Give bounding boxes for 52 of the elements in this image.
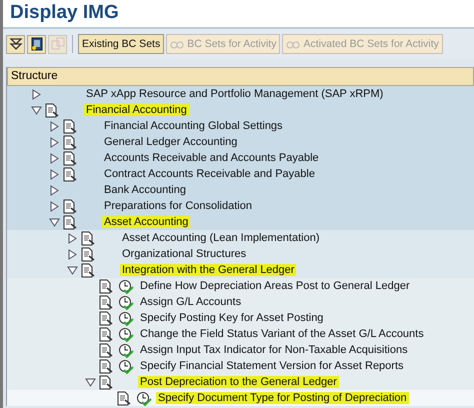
document-icon[interactable] [62,166,78,182]
toolbar-button[interactable]: Existing BC Sets [78,34,164,54]
collapse-triangle-icon[interactable] [85,376,96,388]
clock-check-icon[interactable] [118,342,134,358]
tree-item[interactable]: Assign G/L Accounts [138,296,244,308]
document-button[interactable] [27,34,46,54]
document-icon[interactable] [98,326,114,342]
tree-item[interactable]: Specify Document Type for Posting of Depreciation [156,392,409,404]
tree-item[interactable]: Asset Accounting [102,216,190,228]
expand-triangle-icon[interactable] [49,168,60,180]
document-icon[interactable] [44,102,60,118]
tree-item[interactable]: Post Depreciation to the General Ledger [138,376,339,388]
clock-check-icon[interactable] [118,294,134,310]
document-icon[interactable] [98,294,114,310]
tree-item[interactable]: Organizational Structures [120,248,248,260]
tree-item[interactable]: Bank Accounting [102,184,188,196]
document-icon[interactable] [116,390,132,406]
expand-triangle-icon[interactable] [49,136,60,148]
expand-triangle-icon[interactable] [31,88,42,100]
document-icon[interactable] [80,230,96,246]
expand-button[interactable] [6,34,25,54]
clock-check-icon[interactable] [136,390,152,406]
expand-triangle-icon[interactable] [49,120,60,132]
expand-triangle-icon[interactable] [67,232,78,244]
clock-check-icon[interactable] [118,326,134,342]
document-icon[interactable] [98,310,114,326]
collapse-triangle-icon[interactable] [49,216,60,228]
clock-check-icon[interactable] [118,358,134,374]
document-icon[interactable] [62,198,78,214]
document-icon[interactable] [62,150,78,166]
collapse-triangle-icon[interactable] [67,264,78,276]
tree-item[interactable]: Integration with the General Ledger [120,264,296,276]
document-icon[interactable] [62,134,78,150]
document-icon[interactable] [98,358,114,374]
document-icon[interactable] [98,374,114,390]
expand-triangle-icon[interactable] [67,248,78,260]
tree-item[interactable]: Asset Accounting (Lean Implementation) [120,232,322,244]
expand-triangle-icon[interactable] [49,152,60,164]
tree-item[interactable]: Financial Accounting [84,104,189,116]
window-title: Display IMG [10,2,119,23]
document-icon[interactable] [80,262,96,278]
document-icon[interactable] [98,342,114,358]
collapse-triangle-icon[interactable] [31,104,42,116]
document-icon[interactable] [80,246,96,262]
clock-check-icon[interactable] [118,310,134,326]
document-icon[interactable] [62,118,78,134]
document-icon[interactable] [98,278,114,294]
document-icon[interactable] [62,214,78,230]
expand-triangle-icon[interactable] [49,184,60,196]
clock-check-icon[interactable] [118,278,134,294]
column-header: Structure [7,67,474,86]
expand-triangle-icon[interactable] [49,200,60,212]
